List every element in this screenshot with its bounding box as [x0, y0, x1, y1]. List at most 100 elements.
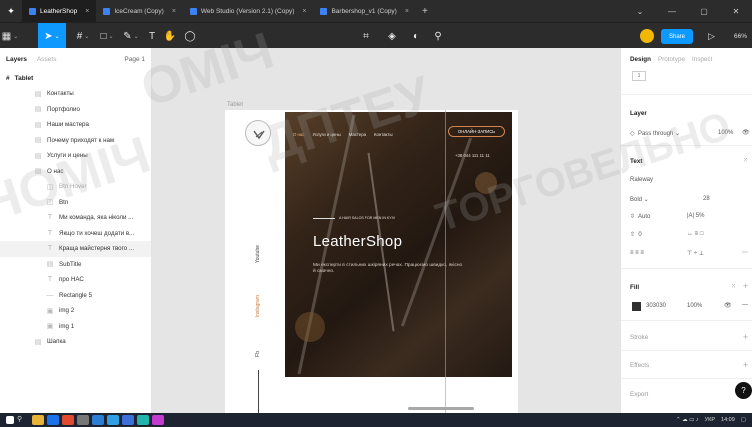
add-fill-icon[interactable]: +	[743, 281, 748, 291]
remove-fill-icon[interactable]: —	[742, 302, 748, 308]
blend-mode-select[interactable]: ◇ Pass through ⌄	[630, 130, 680, 137]
opera-icon[interactable]	[62, 415, 74, 425]
layer-row[interactable]: T Ми команда, яка ніколи ...	[0, 210, 151, 226]
play-icon[interactable]: ▷	[708, 23, 715, 49]
tab-barbershop[interactable]: Barbershop_v1 (Copy) ×	[313, 0, 416, 22]
align-left-icon[interactable]: ≡ ≡ ≡	[630, 250, 644, 256]
nav-item[interactable]: О нас	[293, 132, 304, 137]
tab-assets[interactable]: Assets	[37, 56, 57, 63]
letter-spacing-input[interactable]: |A| 5%	[687, 213, 704, 219]
paragraph-spacing-input[interactable]: ⇧ 0	[630, 231, 642, 238]
layer-row[interactable]: T Якщо ти хочеш додати в...	[0, 226, 151, 242]
comment-icon[interactable]: ◯	[182, 23, 198, 49]
layer-row[interactable]: ▤ Почему приходят к нам	[0, 133, 151, 149]
vertical-align-icon[interactable]: ⊤ ÷ ⊥	[687, 250, 704, 257]
tab-layers[interactable]: Layers	[6, 56, 27, 63]
hand-tool-icon[interactable]: ✋	[162, 23, 178, 49]
layer-row[interactable]: ▣ img 2	[0, 303, 151, 319]
figma-taskbar-icon[interactable]	[152, 415, 164, 425]
close-icon[interactable]: ×	[172, 8, 176, 15]
zoom-level[interactable]: 66%	[734, 23, 747, 49]
link-icon[interactable]: ⚲	[430, 23, 446, 49]
chevron-down-icon[interactable]: ⌄	[624, 0, 656, 22]
fill-opacity[interactable]: 100%	[687, 303, 702, 309]
text-styles-icon[interactable]: ⁙	[743, 157, 748, 164]
close-window-icon[interactable]: ✕	[720, 0, 752, 22]
share-button[interactable]: Share	[661, 29, 693, 44]
language-indicator[interactable]: УКР	[705, 417, 715, 423]
layer-row[interactable]: ▤ Услуги и цены	[0, 148, 151, 164]
layer-row[interactable]: ▤ О нас	[0, 164, 151, 180]
asset-icon[interactable]: ◈	[384, 23, 400, 49]
phone-number[interactable]: +38 044 111 11 11	[455, 153, 490, 158]
font-family-select[interactable]: Raleway	[630, 177, 653, 183]
tab-icecream[interactable]: IceCream (Copy) ×	[96, 0, 183, 22]
text-tool-icon[interactable]: T	[144, 23, 160, 49]
tab-web-studio[interactable]: Web Studio (Version 2.1) (Copy) ×	[183, 0, 314, 22]
fill-color-swatch[interactable]	[632, 302, 641, 311]
close-icon[interactable]: ×	[302, 8, 306, 15]
tab-leathershop[interactable]: LeatherShop ×	[22, 0, 97, 22]
shape-tool-icon[interactable]: □ ⌄	[96, 23, 118, 49]
new-tab-button[interactable]: +	[416, 6, 434, 17]
eye-icon[interactable]: 👁	[724, 302, 732, 309]
vscode-icon[interactable]	[92, 415, 104, 425]
close-icon[interactable]: ×	[405, 8, 409, 15]
frame-tool-icon[interactable]: # ⌄	[72, 23, 94, 49]
windows-start-icon[interactable]	[6, 416, 14, 424]
avatar[interactable]	[640, 29, 654, 43]
frame-label[interactable]: Tablet	[227, 102, 243, 108]
horizontal-scrollbar[interactable]	[408, 407, 474, 410]
layer-row[interactable]: ▤ Портфолио	[0, 102, 151, 118]
hero-section[interactable]: О нас Услуги и цены Мастера Контакты ОНЛ…	[285, 112, 512, 377]
pen-tool-icon[interactable]: ✎ ⌄	[120, 23, 142, 49]
nav-item[interactable]: Контакты	[374, 132, 393, 137]
figma-logo-icon[interactable]: ✦	[0, 0, 22, 22]
app-icon[interactable]	[122, 415, 134, 425]
browser-icon[interactable]	[47, 415, 59, 425]
layer-row[interactable]: ▤ SubTitle	[0, 257, 151, 273]
layer-row[interactable]: — Rectangle 5	[0, 288, 151, 304]
font-weight-select[interactable]: Bold ⌄	[630, 196, 649, 203]
page-selector[interactable]: Page 1	[124, 56, 145, 63]
hero-subtitle[interactable]: Ми експерти в стильних шкіряних речах. П…	[313, 263, 463, 276]
zoom-input[interactable]: 1	[632, 71, 646, 81]
notification-icon[interactable]: ▢	[741, 417, 746, 423]
auto-width-icon[interactable]: ↔ ≡ □	[687, 231, 703, 237]
telegram-icon[interactable]	[107, 415, 119, 425]
file-explorer-icon[interactable]	[32, 415, 44, 425]
move-tool-icon[interactable]: ➤ ⌄	[38, 23, 66, 49]
menu-icon[interactable]: ▦ ⌄	[0, 23, 20, 49]
layer-row[interactable]: T Краща майстерня твого ...	[0, 241, 151, 257]
more-options-icon[interactable]: ⋯	[742, 249, 748, 256]
minimize-icon[interactable]: —	[656, 0, 688, 22]
layer-row[interactable]: Tпро НАС	[0, 272, 151, 288]
add-effect-icon[interactable]: +	[743, 360, 748, 370]
hero-title[interactable]: LeatherShop	[313, 233, 402, 250]
clock[interactable]: 14:09	[721, 417, 735, 423]
tray-icons[interactable]: ⌃ ☁ ▭ ♪	[676, 417, 699, 423]
nav-item[interactable]: Услуги и цены	[312, 132, 340, 137]
social-youtube[interactable]: Youtube	[255, 245, 261, 263]
help-button[interactable]: ?	[735, 382, 752, 399]
fill-hex[interactable]: 303030	[646, 303, 666, 309]
line-height-input[interactable]: ⇳ Auto	[630, 213, 650, 220]
fill-styles-icon[interactable]: ⁙	[731, 283, 736, 290]
canvas[interactable]: Tablet Youtube Instagram Fb О нас Услуги…	[152, 48, 620, 413]
layer-row[interactable]: ◫ Btn Hover	[0, 179, 151, 195]
social-instagram[interactable]: Instagram	[255, 295, 261, 317]
layer-row[interactable]: ◫ Btn	[0, 195, 151, 211]
layer-opacity[interactable]: 100%	[718, 130, 733, 136]
app-icon[interactable]	[77, 415, 89, 425]
close-icon[interactable]: ×	[85, 8, 89, 15]
tab-prototype[interactable]: Prototype	[658, 56, 685, 63]
online-booking-button[interactable]: ОНЛАЙН-ЗАПИСЬ	[448, 126, 505, 137]
maximize-icon[interactable]: ▢	[688, 0, 720, 22]
component-icon[interactable]: ⌗	[358, 23, 374, 49]
layer-row[interactable]: ▤ Шапка	[0, 334, 151, 350]
frame-row[interactable]: # Tablet	[0, 70, 151, 86]
social-facebook[interactable]: Fb	[255, 351, 261, 357]
layer-row[interactable]: ▤ Наши мастера	[0, 117, 151, 133]
font-size-input[interactable]: 28	[703, 196, 710, 202]
chrome-icon[interactable]	[137, 415, 149, 425]
